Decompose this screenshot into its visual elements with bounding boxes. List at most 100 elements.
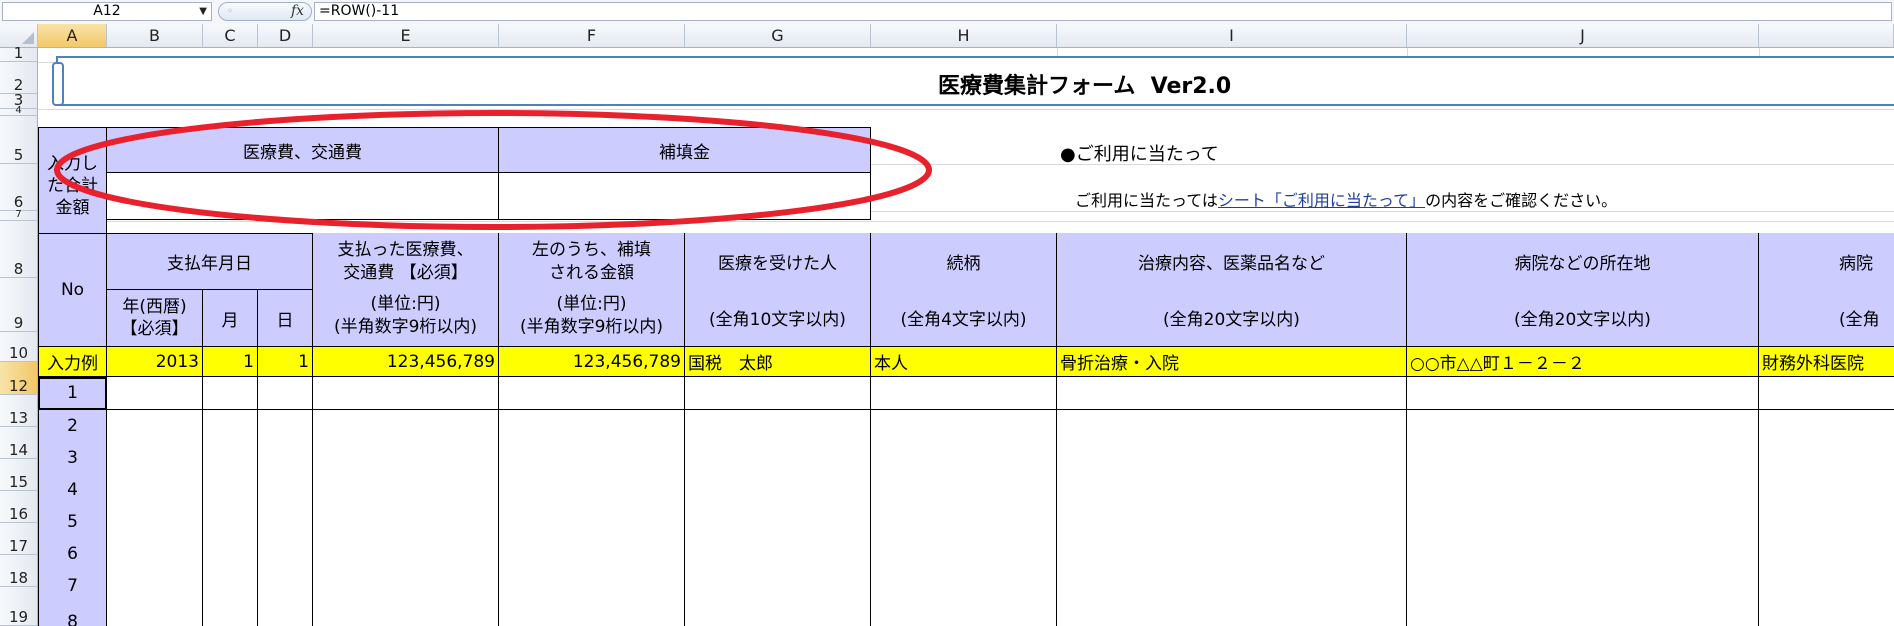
data-cell[interactable] xyxy=(1407,538,1759,571)
data-cell[interactable] xyxy=(871,474,1057,507)
data-cell[interactable] xyxy=(871,377,1057,410)
data-cell[interactable] xyxy=(107,538,203,571)
data-cell[interactable] xyxy=(871,570,1057,603)
data-cell[interactable] xyxy=(499,442,685,475)
example-paid[interactable]: 123,456,789 xyxy=(313,347,499,377)
data-cell[interactable] xyxy=(871,602,1057,626)
data-cell[interactable] xyxy=(1407,570,1759,603)
data-cell[interactable] xyxy=(685,570,871,603)
data-cell[interactable] xyxy=(1057,570,1407,603)
row-number-cell[interactable]: 5 xyxy=(38,506,107,539)
data-cell[interactable] xyxy=(313,442,499,475)
formula-input[interactable]: =ROW()-11 xyxy=(314,2,1892,21)
data-cell[interactable] xyxy=(1759,410,1894,443)
data-cell[interactable] xyxy=(1057,377,1407,410)
formula-tools[interactable]: ◦ fx xyxy=(218,2,312,21)
data-cell[interactable] xyxy=(313,570,499,603)
insert-function-icon[interactable]: fx xyxy=(291,3,304,19)
example-label[interactable]: 入力例 xyxy=(38,347,107,377)
chevron-down-icon[interactable]: ▼ xyxy=(199,3,207,20)
data-cell[interactable] xyxy=(1759,602,1894,626)
data-cell[interactable] xyxy=(1057,506,1407,539)
data-cell[interactable] xyxy=(499,602,685,626)
data-cell[interactable] xyxy=(203,602,258,626)
data-cell[interactable] xyxy=(1759,442,1894,475)
data-cell[interactable] xyxy=(1407,442,1759,475)
data-cell[interactable] xyxy=(1057,410,1407,443)
data-cell[interactable] xyxy=(499,538,685,571)
data-cell[interactable] xyxy=(313,602,499,626)
data-cell[interactable] xyxy=(871,538,1057,571)
data-cell[interactable] xyxy=(1407,474,1759,507)
example-year[interactable]: 2013 xyxy=(107,347,203,377)
row-number-cell[interactable]: 7 xyxy=(38,570,107,603)
data-cell[interactable] xyxy=(203,570,258,603)
data-cell[interactable] xyxy=(107,377,203,410)
data-cell[interactable] xyxy=(107,602,203,626)
data-cell[interactable] xyxy=(258,410,313,443)
resize-handle-icon[interactable]: ◦ xyxy=(227,6,233,17)
data-cell[interactable] xyxy=(1057,538,1407,571)
data-cell[interactable] xyxy=(107,474,203,507)
data-cell[interactable] xyxy=(871,442,1057,475)
data-cell[interactable] xyxy=(258,442,313,475)
data-cell[interactable] xyxy=(685,506,871,539)
example-person[interactable]: 国税 太郎 xyxy=(685,347,871,377)
data-cell[interactable] xyxy=(1759,474,1894,507)
data-cell[interactable] xyxy=(313,474,499,507)
data-cell[interactable] xyxy=(1759,377,1894,410)
data-cell[interactable] xyxy=(258,602,313,626)
data-cell[interactable] xyxy=(871,410,1057,443)
data-cell[interactable] xyxy=(1759,506,1894,539)
example-compensation[interactable]: 123,456,789 xyxy=(499,347,685,377)
data-cell[interactable] xyxy=(313,538,499,571)
data-cell[interactable] xyxy=(313,410,499,443)
data-cell[interactable] xyxy=(499,410,685,443)
data-cell[interactable] xyxy=(1057,442,1407,475)
data-cell[interactable] xyxy=(258,377,313,410)
data-cell[interactable] xyxy=(1759,538,1894,571)
data-cell[interactable] xyxy=(258,538,313,571)
data-cell[interactable] xyxy=(1407,506,1759,539)
data-cell[interactable] xyxy=(685,538,871,571)
data-cell[interactable] xyxy=(685,377,871,410)
example-day[interactable]: 1 xyxy=(258,347,313,377)
data-cell[interactable] xyxy=(313,506,499,539)
row-number-cell[interactable]: 2 xyxy=(38,410,107,443)
data-cell[interactable] xyxy=(1407,410,1759,443)
example-month[interactable]: 1 xyxy=(203,347,258,377)
example-treatment[interactable]: 骨折治療・入院 xyxy=(1057,347,1407,377)
data-cell[interactable] xyxy=(203,506,258,539)
row-number-cell[interactable]: 4 xyxy=(38,474,107,507)
data-cell[interactable] xyxy=(1057,602,1407,626)
data-cell[interactable] xyxy=(203,410,258,443)
data-cell[interactable] xyxy=(499,377,685,410)
data-cell[interactable] xyxy=(258,506,313,539)
row-number-cell[interactable]: 8 xyxy=(38,602,107,626)
example-hospital[interactable]: 財務外科医院 xyxy=(1759,347,1894,377)
data-cell[interactable] xyxy=(107,570,203,603)
row-number-cell[interactable]: 3 xyxy=(38,442,107,475)
data-cell[interactable] xyxy=(107,410,203,443)
data-cell[interactable] xyxy=(258,474,313,507)
name-box[interactable]: A12 ▼ xyxy=(2,2,212,21)
data-cell[interactable] xyxy=(1759,570,1894,603)
data-cell[interactable] xyxy=(203,442,258,475)
data-cell[interactable] xyxy=(258,570,313,603)
data-cell[interactable] xyxy=(1407,602,1759,626)
data-cell[interactable] xyxy=(685,410,871,443)
data-cell[interactable] xyxy=(685,442,871,475)
spreadsheet-grid[interactable]: A B C D E F G H I J 1 2 3 4 5 6 7 8 9 10… xyxy=(0,24,1894,626)
example-relation[interactable]: 本人 xyxy=(871,347,1057,377)
data-cell[interactable] xyxy=(203,474,258,507)
data-cell[interactable] xyxy=(685,474,871,507)
data-cell[interactable] xyxy=(1407,377,1759,410)
data-cell[interactable] xyxy=(107,442,203,475)
data-cell[interactable] xyxy=(203,538,258,571)
data-cell[interactable] xyxy=(499,506,685,539)
data-cell[interactable] xyxy=(1057,474,1407,507)
data-cell[interactable] xyxy=(685,602,871,626)
data-cell[interactable] xyxy=(313,377,499,410)
data-cell[interactable] xyxy=(871,506,1057,539)
data-cell[interactable] xyxy=(107,506,203,539)
